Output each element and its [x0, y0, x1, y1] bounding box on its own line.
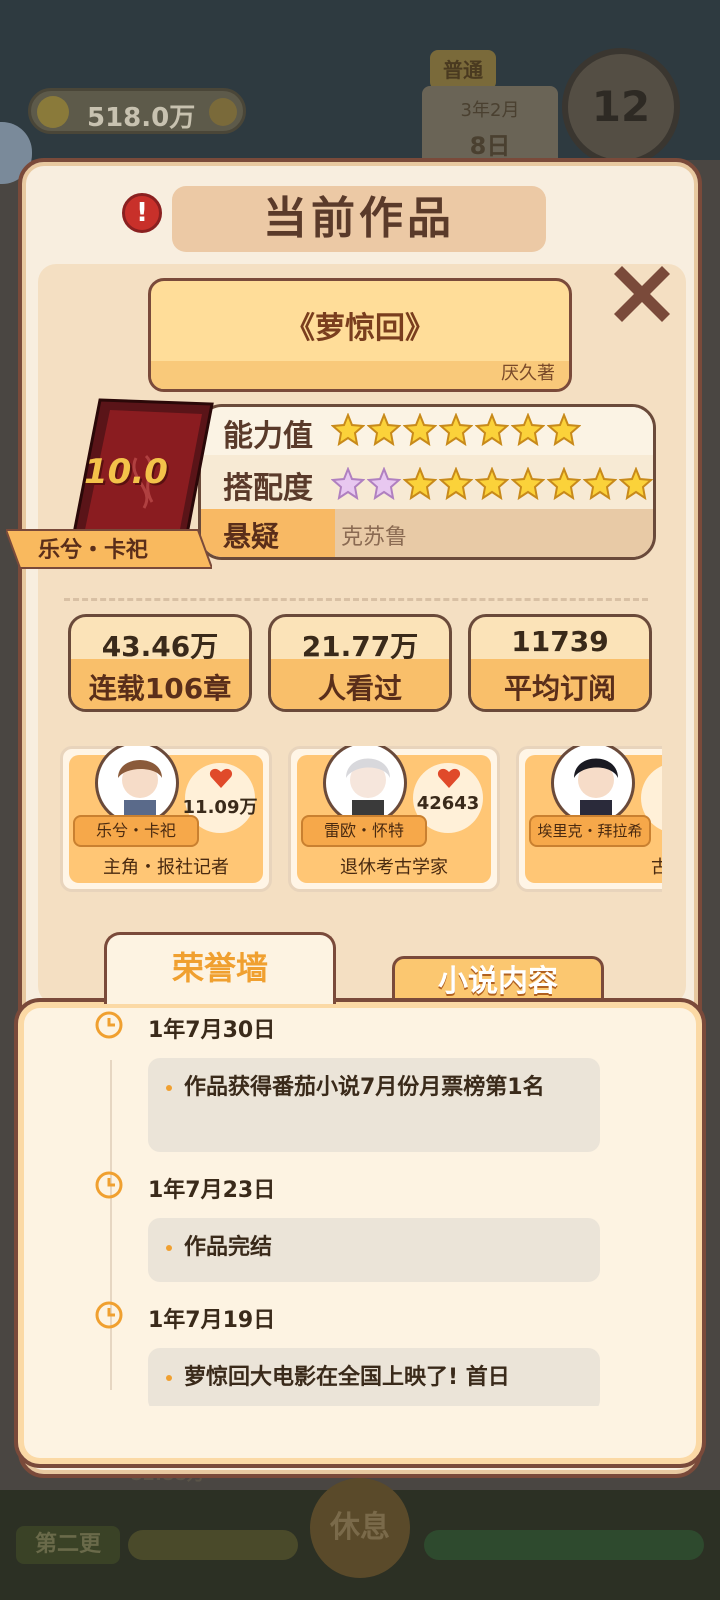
protagonist-name: 乐兮・卡祀 [38, 538, 149, 563]
divider [64, 598, 648, 601]
metric-words-value: 43.46万 [101, 630, 219, 663]
character-role: 古董商 [651, 857, 662, 878]
date-line-day: 8日 [469, 132, 511, 160]
star-icon [510, 412, 546, 451]
book-title-card: 《萝惊回》 厌久著 [148, 278, 572, 392]
heart-icon [437, 768, 461, 788]
clock-icon [95, 1011, 123, 1039]
rainbow-star-icon [366, 466, 402, 505]
coin-icon [37, 96, 69, 128]
character-list[interactable]: 11.09万 乐兮・卡祀 主角・报社记者 42643 雷欧・怀特 退休考古学家 … [60, 746, 662, 892]
character-card[interactable]: 11.09万 乐兮・卡祀 主角・报社记者 [60, 746, 272, 892]
character-name: 雷欧・怀特 [301, 815, 427, 847]
mode-tag: 普通 [430, 50, 496, 90]
star-icon [438, 412, 474, 451]
modal-title: 当前作品 [172, 186, 546, 252]
metric-subscriptions-value: 11739 [511, 625, 609, 658]
star-icon [510, 466, 546, 505]
metric-words-label: 连载106章 [88, 672, 232, 705]
star-icon [474, 412, 510, 451]
character-name: 乐兮・卡祀 [73, 815, 199, 847]
timeline-entry: 作品获得番茄小说7月份月票榜第1名 [148, 1058, 600, 1152]
timeline-date: 1年7月30日 [148, 1018, 276, 1043]
book-author: 厌久著 [501, 363, 555, 384]
ability-stars [330, 412, 582, 451]
timeline-line [110, 1060, 112, 1390]
clock-icon [95, 1301, 123, 1329]
heart-icon [209, 768, 233, 788]
timeline-scroll[interactable]: 1年7月30日 作品获得番茄小说7月份月票榜第1名 1年7月23日 作品完结 1… [14, 998, 706, 1406]
metric-readers-label: 人看过 [317, 672, 402, 705]
rainbow-star-icon [330, 466, 366, 505]
progress-bar-right [424, 1530, 704, 1560]
rest-button: 休息 [310, 1478, 410, 1578]
star-icon [438, 466, 474, 505]
character-name: 埃里克・拜拉希 [529, 815, 651, 847]
alert-icon[interactable]: ! [122, 193, 162, 233]
genre-label: 悬疑 [223, 520, 280, 553]
timeline-entry-text: 作品获得番茄小说7月份月票榜第1名 [184, 1075, 545, 1100]
chapter-label: 第二更 [16, 1526, 120, 1564]
star-icon [402, 466, 438, 505]
close-icon[interactable] [604, 256, 680, 332]
match-stars [330, 466, 653, 505]
stats-box: 能力值 搭配度 悬疑 克苏鲁 [198, 404, 656, 560]
date-line-year: 3年2月 [460, 100, 520, 121]
character-role: 退休考古学家 [340, 857, 448, 878]
timeline-entry-text: 作品完结 [184, 1235, 273, 1260]
ability-label: 能力值 [223, 419, 313, 454]
character-likes: 42643 [416, 793, 480, 814]
timeline-date: 1年7月23日 [148, 1178, 276, 1203]
match-label: 搭配度 [223, 471, 313, 506]
star-icon [618, 466, 653, 505]
character-card[interactable]: 42643 雷欧・怀特 退休考古学家 [288, 746, 500, 892]
timeline-entry-text: 萝惊回大电影在全国上映了! 首日 [184, 1365, 510, 1390]
metric-subscriptions: 11739 平均订阅 [468, 614, 652, 712]
timeline-entry: 作品完结 [148, 1218, 600, 1282]
star-icon [546, 466, 582, 505]
star-icon [546, 412, 582, 451]
metric-subscriptions-label: 平均订阅 [503, 672, 616, 705]
metric-readers: 21.77万 人看过 [268, 614, 452, 712]
clock-badge: 12 [562, 48, 680, 166]
character-card[interactable]: 埃里克・拜拉希 古董商 [516, 746, 662, 892]
timeline-entry: 萝惊回大电影在全国上映了! 首日 [148, 1348, 600, 1406]
star-icon [474, 466, 510, 505]
character-role: 主角・报社记者 [103, 857, 229, 878]
coin-counter: 518.0万 [28, 88, 246, 134]
book-name: 《萝惊回》 [285, 311, 435, 346]
clock-icon [95, 1171, 123, 1199]
star-icon [402, 412, 438, 451]
cover-score: 10.0 [84, 452, 168, 492]
star-icon [330, 412, 366, 451]
star-icon [582, 466, 618, 505]
star-icon [366, 412, 402, 451]
tab-honor-wall[interactable]: 荣誉墙 [104, 932, 336, 1004]
metric-words: 43.46万 连载106章 [68, 614, 252, 712]
coin-amount: 518.0万 [87, 103, 196, 133]
progress-bar-left [128, 1530, 298, 1560]
subgenre-label: 克苏鲁 [341, 525, 408, 550]
add-coin-icon [209, 98, 237, 126]
timeline-date: 1年7月19日 [148, 1308, 276, 1333]
metric-readers-value: 21.77万 [301, 630, 419, 663]
date-card: 3年2月 8日 [422, 86, 558, 166]
